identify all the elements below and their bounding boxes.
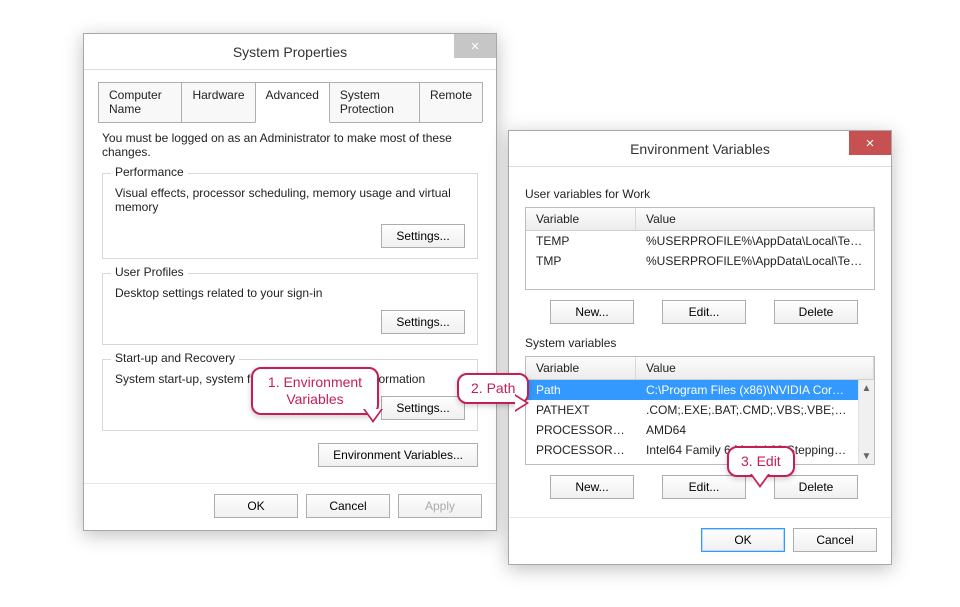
user-variables-table: Variable Value TEMP %USERPROFILE%\AppDat…: [525, 207, 875, 290]
cell-variable: TMP: [526, 251, 636, 271]
table-row[interactable]: PROCESSOR_ID... Intel64 Family 6 Model 6…: [526, 440, 858, 460]
system-properties-titlebar: System Properties ×: [84, 34, 496, 70]
callout-edit: 3. Edit: [727, 446, 795, 477]
user-delete-button[interactable]: Delete: [774, 300, 858, 324]
col-header-variable[interactable]: Variable: [526, 357, 636, 379]
envvars-cancel-button[interactable]: Cancel: [793, 528, 877, 552]
callout-tail-icon: [363, 409, 383, 423]
user-variables-header: Variable Value: [526, 208, 874, 231]
user-profiles-group: User Profiles Desktop settings related t…: [102, 273, 478, 345]
table-row[interactable]: Path C:\Program Files (x86)\NVIDIA Corpo…: [526, 380, 858, 400]
cell-value: %USERPROFILE%\AppData\Local\Temp: [636, 231, 874, 251]
callout-tail-icon: [515, 394, 529, 412]
scroll-up-icon[interactable]: ▲: [859, 380, 874, 396]
cell-variable: PATHEXT: [526, 400, 636, 420]
envvars-body: User variables for Work Variable Value T…: [509, 167, 891, 517]
cell-variable: TEMP: [526, 231, 636, 251]
tab-advanced[interactable]: Advanced: [255, 82, 330, 123]
system-variables-table: Variable Value Path C:\Program Files (x8…: [525, 356, 875, 465]
admin-hint-text: You must be logged on as an Administrato…: [102, 131, 482, 159]
tab-hardware[interactable]: Hardware: [181, 82, 255, 122]
tab-remote[interactable]: Remote: [419, 82, 483, 122]
table-row[interactable]: PROCESSOR_A... AMD64: [526, 420, 858, 440]
cell-value: %USERPROFILE%\AppData\Local\Temp: [636, 251, 874, 271]
environment-variables-window: Environment Variables × User variables f…: [508, 130, 892, 565]
envvars-title: Environment Variables: [630, 141, 770, 157]
tab-system-protection[interactable]: System Protection: [329, 82, 420, 122]
user-variables-label: User variables for Work: [525, 187, 877, 201]
system-properties-footer: OK Cancel Apply: [84, 483, 496, 530]
close-icon[interactable]: ×: [849, 131, 891, 155]
cell-variable: Path: [526, 380, 636, 400]
performance-group-title: Performance: [111, 165, 188, 179]
user-profiles-desc: Desktop settings related to your sign-in: [115, 286, 465, 300]
performance-group: Performance Visual effects, processor sc…: [102, 173, 478, 259]
system-properties-title: System Properties: [233, 44, 347, 60]
table-row[interactable]: PATHEXT .COM;.EXE;.BAT;.CMD;.VBS;.VBE;.J…: [526, 400, 858, 420]
envvars-ok-button[interactable]: OK: [701, 528, 785, 552]
cell-variable: PROCESSOR_A...: [526, 420, 636, 440]
performance-desc: Visual effects, processor scheduling, me…: [115, 186, 465, 214]
cell-value: C:\Program Files (x86)\NVIDIA Corpora...: [636, 380, 858, 400]
system-properties-body: Computer Name Hardware Advanced System P…: [84, 70, 496, 483]
startup-recovery-settings-button[interactable]: Settings...: [381, 396, 465, 420]
cell-variable: PROCESSOR_ID...: [526, 440, 636, 460]
sysprops-ok-button[interactable]: OK: [214, 494, 298, 518]
system-properties-tabs: Computer Name Hardware Advanced System P…: [98, 82, 482, 123]
sysprops-apply-button[interactable]: Apply: [398, 494, 482, 518]
user-profiles-group-title: User Profiles: [111, 265, 188, 279]
system-delete-button[interactable]: Delete: [774, 475, 858, 499]
sysprops-cancel-button[interactable]: Cancel: [306, 494, 390, 518]
cell-value: .COM;.EXE;.BAT;.CMD;.VBS;.VBE;.JS;...: [636, 400, 858, 420]
user-profiles-settings-button[interactable]: Settings...: [381, 310, 465, 334]
user-edit-button[interactable]: Edit...: [662, 300, 746, 324]
user-variables-buttons: New... Edit... Delete: [519, 300, 881, 324]
scroll-down-icon[interactable]: ▼: [859, 448, 874, 464]
col-header-value[interactable]: Value: [636, 208, 874, 230]
table-row[interactable]: TMP %USERPROFILE%\AppData\Local\Temp: [526, 251, 874, 271]
col-header-variable[interactable]: Variable: [526, 208, 636, 230]
cell-value: AMD64: [636, 420, 858, 440]
system-new-button[interactable]: New...: [550, 475, 634, 499]
envvars-footer: OK Cancel: [509, 517, 891, 564]
system-edit-button[interactable]: Edit...: [662, 475, 746, 499]
system-variables-label: System variables: [525, 336, 877, 350]
tab-computer-name[interactable]: Computer Name: [98, 82, 182, 122]
system-properties-window: System Properties × Computer Name Hardwa…: [83, 33, 497, 531]
system-variables-header: Variable Value: [526, 357, 874, 380]
system-variables-buttons: New... Edit... Delete: [519, 475, 881, 499]
table-row[interactable]: TEMP %USERPROFILE%\AppData\Local\Temp: [526, 231, 874, 251]
envvars-titlebar: Environment Variables ×: [509, 131, 891, 167]
callout-environment-variables: 1. Environment Variables: [251, 367, 379, 415]
close-icon[interactable]: ×: [454, 34, 496, 58]
scrollbar[interactable]: ▲ ▼: [858, 380, 874, 464]
user-new-button[interactable]: New...: [550, 300, 634, 324]
col-header-value[interactable]: Value: [636, 357, 874, 379]
callout-tail-icon: [750, 474, 770, 488]
startup-recovery-group-title: Start-up and Recovery: [111, 351, 239, 365]
environment-variables-button[interactable]: Environment Variables...: [318, 443, 478, 467]
performance-settings-button[interactable]: Settings...: [381, 224, 465, 248]
